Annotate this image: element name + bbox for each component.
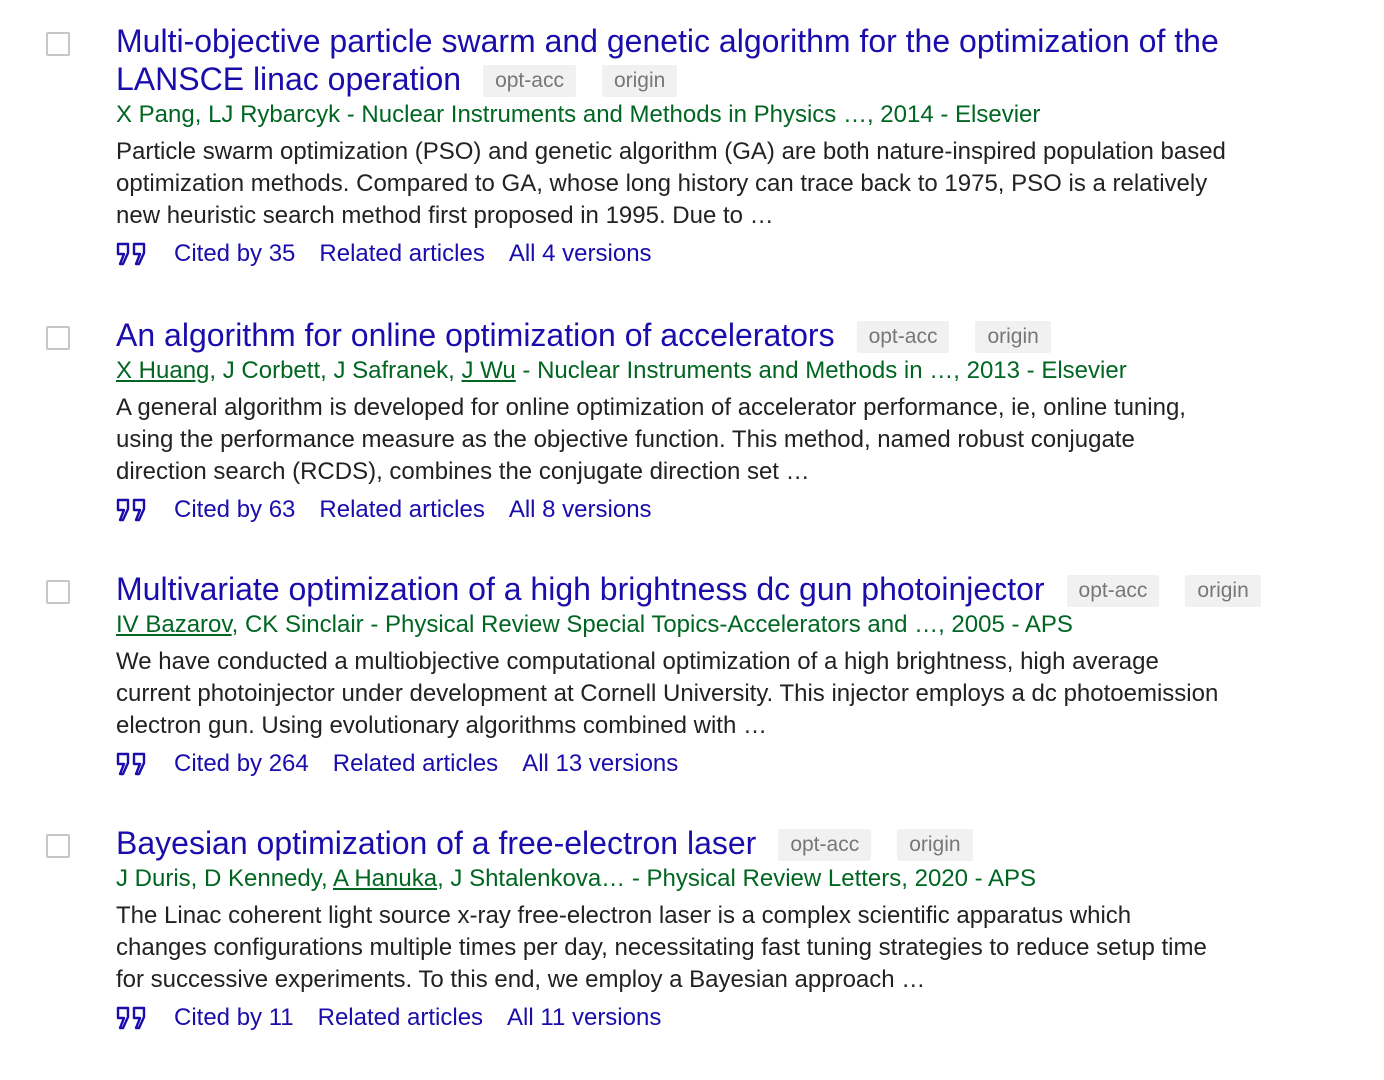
select-checkbox[interactable] xyxy=(46,580,70,604)
result-title: Multi-objective particle swarm and genet… xyxy=(116,22,1344,98)
tag-opt-acc[interactable]: opt-acc xyxy=(778,829,872,861)
quote-icon[interactable] xyxy=(116,498,148,522)
result-authors: J Duris, D Kennedy, A Hanuka, J Shtalenk… xyxy=(116,864,1344,894)
result-actions: Cited by 63 Related articles All 8 versi… xyxy=(116,494,1344,526)
result-snippet: Particle swarm optimization (PSO) and ge… xyxy=(116,138,1226,229)
result-actions: Cited by 35 Related articles All 4 versi… xyxy=(116,238,1344,270)
result-body: An algorithm for online optimization of … xyxy=(116,316,1344,526)
cited-by-link[interactable]: Cited by 35 xyxy=(174,238,295,270)
tag-origin[interactable]: origin xyxy=(897,829,973,861)
result-authors: X Huang, J Corbett, J Safranek, J Wu - N… xyxy=(116,356,1344,386)
select-checkbox[interactable] xyxy=(46,32,70,56)
tag-origin[interactable]: origin xyxy=(975,321,1051,353)
all-versions-link[interactable]: All 4 versions xyxy=(509,238,652,270)
cited-by-link[interactable]: Cited by 264 xyxy=(174,748,309,780)
authors-text: J Duris, D Kennedy, xyxy=(116,865,333,892)
result-snippet: A general algorithm is developed for onl… xyxy=(116,394,1186,485)
result-title: An algorithm for online optimization of … xyxy=(116,316,1344,354)
result-authors: IV Bazarov, CK Sinclair - Physical Revie… xyxy=(116,610,1344,640)
all-versions-link[interactable]: All 13 versions xyxy=(522,748,678,780)
result-authors: X Pang, LJ Rybarcyk - Nuclear Instrument… xyxy=(116,101,1041,128)
result-title: Bayesian optimization of a free-electron… xyxy=(116,824,1344,862)
tag-opt-acc[interactable]: opt-acc xyxy=(856,321,950,353)
tag-opt-acc[interactable]: opt-acc xyxy=(483,65,576,97)
result-body: Multivariate optimization of a high brig… xyxy=(116,570,1344,780)
all-versions-link[interactable]: All 8 versions xyxy=(509,494,652,526)
quote-icon[interactable] xyxy=(116,242,148,266)
author-link[interactable]: J Wu xyxy=(462,357,516,384)
authors-text: , J Corbett, J Safranek, xyxy=(209,357,462,384)
cited-by-link[interactable]: Cited by 63 xyxy=(174,494,295,526)
all-versions-link[interactable]: All 11 versions xyxy=(507,1002,661,1034)
result-snippet: The Linac coherent light source x-ray fr… xyxy=(116,902,1207,993)
result-title-link[interactable]: Multi-objective particle swarm and genet… xyxy=(116,23,1219,59)
related-articles-link[interactable]: Related articles xyxy=(319,238,484,270)
quote-icon[interactable] xyxy=(116,1006,148,1030)
related-articles-link[interactable]: Related articles xyxy=(318,1002,483,1034)
related-articles-link[interactable]: Related articles xyxy=(319,494,484,526)
result-snippet: We have conducted a multiobjective compu… xyxy=(116,648,1219,739)
result-actions: Cited by 264 Related articles All 13 ver… xyxy=(116,748,1344,780)
publication-info: , CK Sinclair - Physical Review Special … xyxy=(231,611,1073,638)
tag-opt-acc[interactable]: opt-acc xyxy=(1066,575,1160,607)
author-link[interactable]: A Hanuka xyxy=(333,865,437,892)
result-title: Multivariate optimization of a high brig… xyxy=(116,570,1344,608)
select-checkbox[interactable] xyxy=(46,326,70,350)
result-actions: Cited by 11 Related articles All 11 vers… xyxy=(116,1002,1344,1034)
tag-origin[interactable]: origin xyxy=(1185,575,1261,607)
author-link[interactable]: IV Bazarov xyxy=(116,611,232,638)
search-results: Multi-objective particle swarm and genet… xyxy=(0,0,1384,1080)
publication-info: - Nuclear Instruments and Methods in …, … xyxy=(515,357,1127,384)
tag-origin[interactable]: origin xyxy=(601,65,678,97)
select-checkbox[interactable] xyxy=(46,834,70,858)
cited-by-link[interactable]: Cited by 11 xyxy=(174,1002,294,1034)
result-title-link[interactable]: An algorithm for online optimization of … xyxy=(116,317,835,353)
related-articles-link[interactable]: Related articles xyxy=(333,748,498,780)
result-title-link[interactable]: Multivariate optimization of a high brig… xyxy=(116,571,1045,607)
result-title-link[interactable]: Bayesian optimization of a free-electron… xyxy=(116,825,756,861)
quote-icon[interactable] xyxy=(116,752,148,776)
author-link[interactable]: X Huang xyxy=(116,357,209,384)
publication-info: , J Shtalenkova… - Physical Review Lette… xyxy=(437,865,1037,892)
result-title-link-continued[interactable]: LANSCE linac operation xyxy=(116,61,461,97)
result-body: Multi-objective particle swarm and genet… xyxy=(116,22,1344,270)
result-body: Bayesian optimization of a free-electron… xyxy=(116,824,1344,1034)
